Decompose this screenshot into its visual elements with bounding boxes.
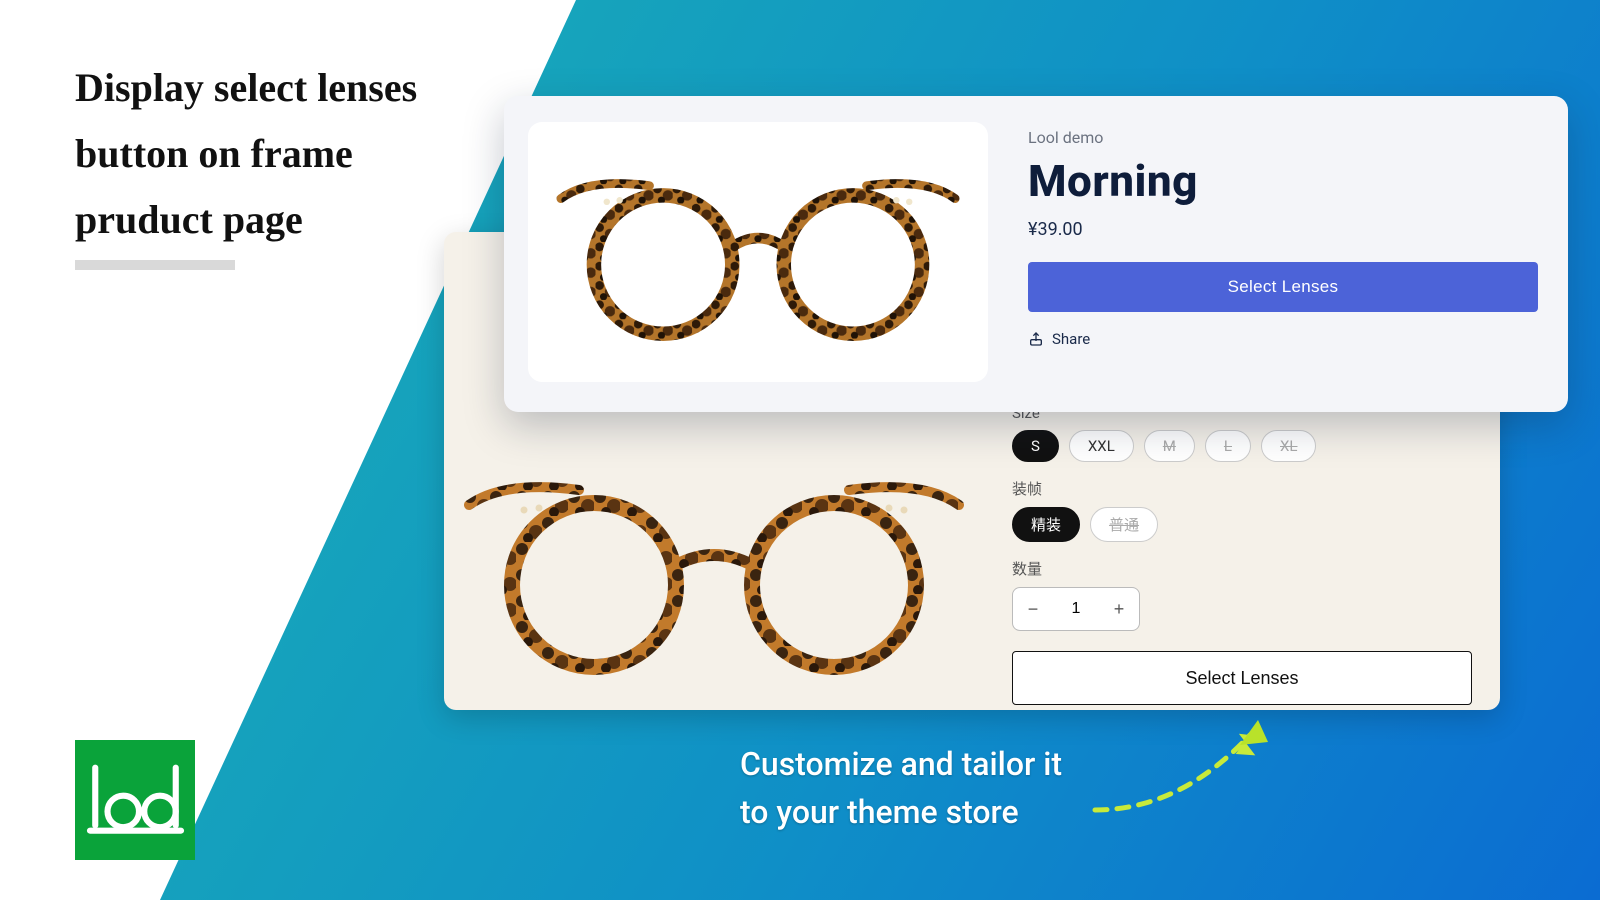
quantity-input[interactable] [1053,600,1099,618]
arrow-icon [1090,700,1290,820]
headline-underline [75,260,235,270]
vendor-label: Lool demo [1028,128,1538,147]
binding-option-normal: 普通 [1090,507,1158,542]
select-lenses-button-secondary[interactable]: Select Lenses [1012,651,1472,705]
size-option-s[interactable]: S [1012,430,1059,462]
binding-label: 装帧 [1012,478,1472,499]
size-option-m: M [1144,430,1195,462]
footer-line-1: Customize and tailor it [740,740,1062,788]
quantity-increase-button[interactable]: + [1099,588,1139,630]
share-label: Share [1052,330,1090,348]
glasses-icon [553,160,963,345]
footer-line-2: to your theme store [740,788,1062,836]
brand-logo [75,740,195,860]
product-title: Morning [1028,155,1538,207]
product-image-primary [528,122,988,382]
quantity-label: 数量 [1012,558,1472,579]
binding-option-hardcover[interactable]: 精装 [1012,507,1080,542]
share-button[interactable]: Share [1028,330,1538,348]
quantity-decrease-button[interactable]: − [1013,588,1053,630]
size-options: S XXL M L XL [1012,430,1472,462]
select-lenses-button-primary[interactable]: Select Lenses [1028,262,1538,312]
quantity-stepper: − + [1012,587,1140,631]
share-icon [1028,331,1044,347]
size-option-xl: XL [1261,430,1316,462]
binding-options: 精装 普通 [1012,507,1472,542]
size-option-xxl[interactable]: XXL [1069,430,1134,462]
glasses-icon [464,450,964,690]
size-option-l: L [1205,430,1251,462]
footer-caption: Customize and tailor it to your theme st… [740,740,1062,836]
product-price: ¥39.00 [1028,219,1538,240]
headline-text: Display select lenses button on frame pr… [75,55,495,253]
product-card-primary: Lool demo Morning ¥39.00 Select Lenses S… [504,96,1568,412]
